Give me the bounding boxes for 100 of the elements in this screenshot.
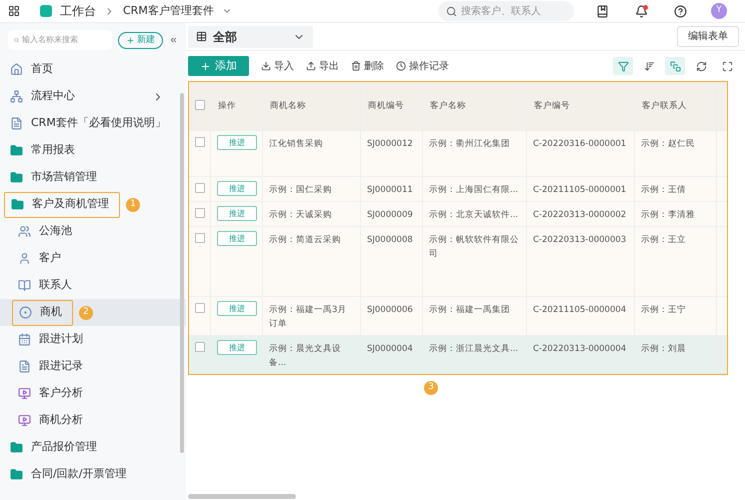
toolbar-button[interactable]: 导入 [261, 58, 294, 74]
sidebar-item[interactable]: 客户及商机管理 [4, 192, 120, 218]
row-checkbox[interactable] [194, 303, 204, 313]
table-row[interactable]: 推进 江化销售采购 SJ0000012 示例：衢州江化集团 C-20220316-0000001 示例：赵仁民 [189, 130, 727, 176]
table-cell: C-20220313-0000003 [533, 235, 626, 245]
users-icon [18, 225, 31, 238]
table-icon [196, 31, 207, 42]
bell-icon[interactable] [635, 4, 648, 18]
search-icon [14, 35, 19, 45]
table-cell: 示例：北京天诚软件... [429, 210, 518, 220]
sidebar-item[interactable]: 产品报价管理 [4, 434, 103, 460]
sidebar-item[interactable]: 首页 [4, 56, 59, 82]
monitor-chart-icon [18, 387, 31, 400]
row-checkbox[interactable] [194, 208, 204, 218]
row-checkbox[interactable] [194, 183, 204, 193]
table-cell: C-20220316-0000001 [533, 139, 626, 149]
column-header[interactable]: 客户名称 [423, 82, 527, 130]
search-input[interactable]: 搜索客户、联系人 [461, 4, 561, 18]
row-checkbox[interactable] [194, 233, 204, 243]
filter-tool-icon[interactable] [613, 57, 633, 75]
folder-icon [11, 198, 24, 211]
table-cell: 示例：王宁 [641, 305, 686, 315]
sidebar-item[interactable]: 常用报表 [4, 138, 81, 164]
breadcrumb-link[interactable]: 工作台 [60, 2, 96, 20]
home-icon [10, 63, 23, 76]
sidebar-item[interactable]: 跟进计划 [12, 326, 89, 352]
delete-icon [351, 61, 361, 71]
table-cell: 示例：天诚采购 [269, 210, 332, 220]
row-checkbox[interactable] [194, 342, 204, 352]
annotation-number: 3 [424, 381, 438, 395]
app-grid-icon[interactable] [8, 5, 20, 17]
annotation-number: 1 [126, 198, 140, 212]
table-cell: 示例：上海国仁有限... [429, 185, 518, 195]
monitor-chart-icon [18, 414, 31, 427]
table-row[interactable]: 推进 示例：晨光文具设备... SJ0000004 示例：浙江晨光文具... C-20220313-0000004 示例：刘晨 [189, 335, 727, 374]
table-cell: 示例：浙江晨光文具... [429, 344, 518, 354]
table-row[interactable]: 推进 示例：简道云采购 SJ0000008 示例：帆软软件有限公司 C-20220313-0000003 示例：王立 [189, 226, 727, 296]
sidebar-item[interactable]: 商机分析 [12, 408, 89, 434]
sidebar-item[interactable]: 客户分析 [12, 380, 89, 406]
folder-icon [10, 171, 23, 184]
column-header[interactable]: 操作 [211, 82, 263, 130]
sidebar-search-field[interactable]: 输入名称来搜索 [8, 30, 112, 50]
sidebar-item[interactable]: CRM套件「必看使用说明」 [4, 110, 172, 136]
sidebar-item[interactable]: 联系人 [12, 272, 78, 298]
table-row[interactable]: 推进 示例：国仁采购 SJ0000011 示例：上海国仁有限... C-20211105-0000001 示例：王倩 [189, 176, 727, 201]
card-tool-icon[interactable] [665, 57, 685, 75]
sidebar-item[interactable]: 商机 [12, 300, 73, 326]
table-cell: 示例：王倩 [641, 185, 686, 195]
column-header[interactable]: 商机名称 [263, 82, 361, 130]
document-icon [18, 360, 31, 373]
folder-icon [10, 441, 23, 454]
annotation-number: 2 [79, 306, 93, 320]
sidebar-item[interactable]: 公海池 [12, 218, 78, 244]
plus-icon [126, 36, 135, 44]
table-cell: 示例：李清雅 [641, 210, 695, 220]
log-icon [396, 61, 406, 71]
select-all-checkbox[interactable] [194, 100, 204, 110]
folder-icon [10, 468, 23, 481]
sitemap-icon [10, 90, 23, 103]
column-header[interactable]: 客户联系人 [635, 82, 717, 130]
help-icon[interactable] [674, 4, 687, 18]
table-cell: SJ0000009 [367, 210, 413, 220]
app-logo-icon [40, 5, 52, 17]
sidebar-item[interactable]: 客户 [12, 246, 67, 272]
sidebar-item[interactable]: 跟进记录 [12, 354, 89, 380]
table-cell: SJ0000004 [367, 344, 413, 354]
book-icon [18, 279, 31, 292]
column-header[interactable]: 客户编号 [527, 82, 635, 130]
table-cell: C-20220313-0000002 [533, 210, 626, 220]
calendar-icon [18, 333, 31, 346]
table-cell: SJ0000012 [367, 139, 413, 149]
table-row[interactable]: 推进 示例：天诚采购 SJ0000009 示例：北京天诚软件... C-20220313-0000002 示例：李清雅 [189, 201, 727, 226]
table-cell: 示例：刘晨 [641, 344, 686, 354]
table-cell: 示例：晨光文具设备... [269, 344, 341, 368]
sidebar-item[interactable]: 合同/回款/开票管理 [4, 462, 132, 488]
table-cell: C-20211105-0000001 [533, 185, 626, 195]
sidebar-item[interactable]: 市场营销管理 [4, 164, 103, 190]
table-cell: SJ0000008 [367, 235, 413, 245]
column-header[interactable]: 商机编号 [361, 82, 423, 130]
view-selector[interactable]: 全部 [188, 26, 313, 48]
suite-title[interactable]: CRM客户管理套件 [123, 2, 214, 20]
scrollbar[interactable] [180, 93, 184, 453]
sidebar-item[interactable]: 流程中心 [4, 84, 81, 110]
table-cell: 江化销售采购 [269, 139, 323, 149]
search-input[interactable]: 输入名称来搜索 [22, 34, 106, 46]
toolbar-button[interactable]: 导出 [306, 58, 339, 74]
table-cell: 示例：帆软软件有限公司 [429, 235, 519, 259]
edit-form-button[interactable]: 编辑表单 [677, 26, 739, 47]
table-cell: 示例：赵仁民 [641, 139, 695, 149]
horizontal-scrollbar[interactable] [188, 494, 296, 499]
table-cell: C-20220313-0000004 [533, 344, 626, 354]
table-cell: SJ0000011 [367, 185, 413, 195]
user-icon [18, 252, 31, 265]
search-field[interactable]: 搜索客户、联系人 [438, 1, 574, 21]
document-icon [10, 117, 23, 130]
toolbar-button[interactable]: 删除 [351, 58, 384, 74]
import-icon [261, 61, 271, 71]
book-icon[interactable] [596, 4, 609, 18]
toolbar-button[interactable]: 操作记录 [396, 58, 449, 74]
row-checkbox[interactable] [194, 137, 204, 147]
